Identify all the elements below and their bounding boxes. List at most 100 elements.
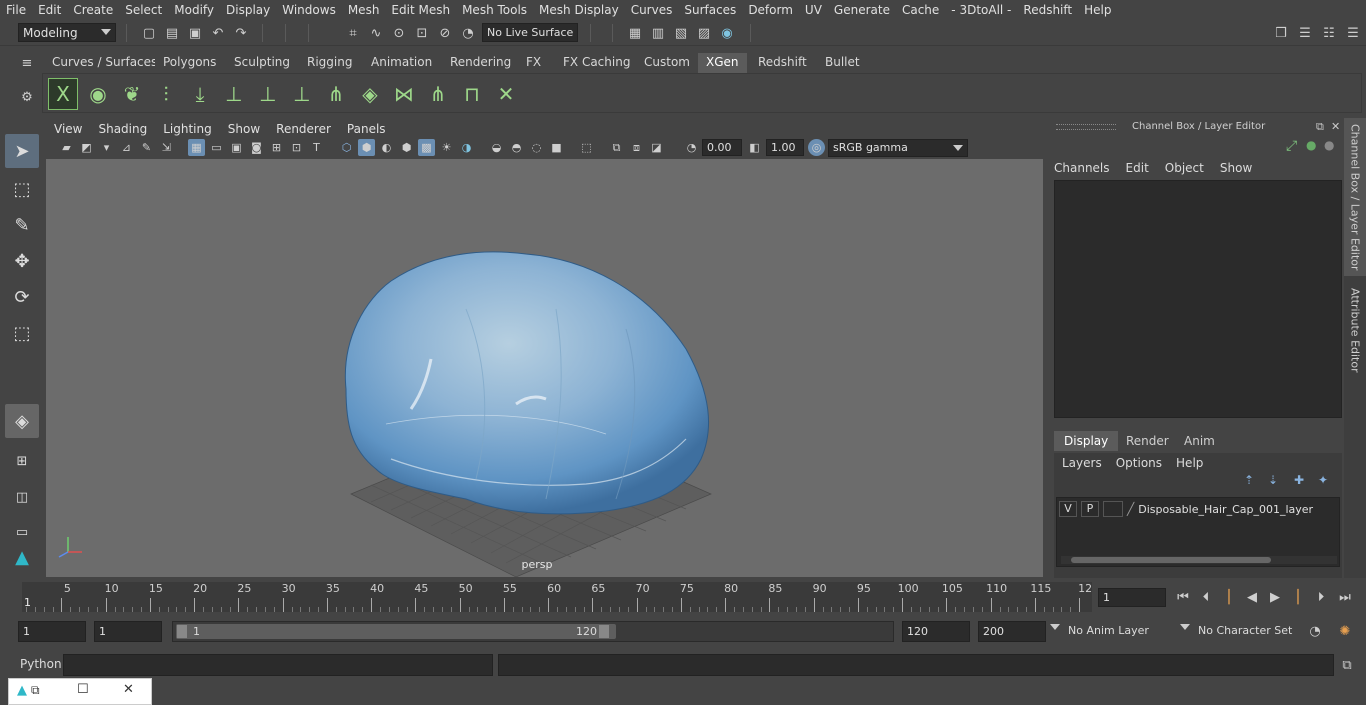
four-view-icon[interactable]: ⊞: [5, 444, 39, 478]
menu-item-2[interactable]: Create: [67, 3, 119, 17]
layer-playback-toggle[interactable]: P: [1081, 501, 1099, 517]
float-window-icon[interactable]: ⧉: [1316, 120, 1324, 134]
cut-tool-icon[interactable]: ⋈: [389, 78, 419, 110]
panel-menu-item-4[interactable]: Renderer: [268, 122, 339, 136]
layer-menu-item-2[interactable]: Help: [1176, 456, 1203, 470]
menu-item-10[interactable]: Mesh Display: [533, 3, 625, 17]
groom-tool-icon[interactable]: ⋔: [321, 78, 351, 110]
render-sequence-icon[interactable]: ▥: [649, 24, 667, 42]
new-scene-icon[interactable]: ▢: [140, 24, 158, 42]
workspace-cube-icon[interactable]: ❒: [1272, 24, 1290, 42]
layer-scrollbar[interactable]: [1061, 556, 1337, 564]
panel-menu-item-1[interactable]: Shading: [90, 122, 155, 136]
workspace-dropdown[interactable]: Modeling: [18, 23, 116, 42]
shelf-tab-9[interactable]: XGen: [698, 53, 747, 73]
bookmark-icon[interactable]: ▾: [98, 139, 115, 156]
shelf-tab-1[interactable]: Polygons: [155, 53, 225, 73]
new-layer-selected-icon[interactable]: ✦: [1318, 473, 1328, 487]
use-default-material-icon[interactable]: ◐: [378, 139, 395, 156]
auto-key-icon[interactable]: ◔: [1306, 622, 1324, 640]
playback-start-field[interactable]: 1: [94, 621, 162, 642]
script-editor-icon[interactable]: ⧉: [1338, 656, 1356, 674]
shelf-tab-11[interactable]: Bullet: [817, 53, 868, 73]
xgen-editor-icon[interactable]: X: [48, 78, 78, 110]
add-guide-icon[interactable]: ⫶: [151, 78, 181, 110]
menu-item-5[interactable]: Display: [220, 3, 276, 17]
guide-visibility-icon[interactable]: ⊥: [253, 78, 283, 110]
density-tool-icon[interactable]: ◈: [355, 78, 385, 110]
xgen-preview-icon[interactable]: ◉: [83, 78, 113, 110]
new-layer-icon[interactable]: ✚: [1294, 473, 1304, 487]
move-tool-icon[interactable]: ✥: [5, 244, 39, 278]
menu-item-19[interactable]: Help: [1078, 3, 1117, 17]
render-current-icon[interactable]: ▦: [626, 24, 644, 42]
resolution-gate-icon[interactable]: ▣: [228, 139, 245, 156]
shelf-tab-5[interactable]: Rendering: [442, 53, 520, 73]
close-icon[interactable]: ✕: [1331, 120, 1340, 133]
toggle-tool-settings-icon[interactable]: ☷: [1320, 24, 1338, 42]
close-window-icon[interactable]: ✕: [123, 682, 134, 697]
layer-name[interactable]: Disposable_Hair_Cap_001_layer: [1138, 503, 1313, 516]
shelf-tab-0[interactable]: Curves / Surfaces: [44, 53, 166, 73]
end-time-field[interactable]: 200: [978, 621, 1046, 642]
snap-view-icon[interactable]: ⊡: [413, 24, 431, 42]
shelf-tab-3[interactable]: Rigging: [299, 53, 361, 73]
gamma-icon[interactable]: ◧: [746, 139, 763, 156]
start-time-field[interactable]: 1: [18, 621, 86, 642]
shelf-settings-icon[interactable]: ⚙: [18, 88, 36, 106]
menu-item-14[interactable]: UV: [799, 3, 828, 17]
menu-item-0[interactable]: File: [0, 3, 32, 17]
panel-menu-item-3[interactable]: Show: [220, 122, 268, 136]
gamma-field[interactable]: 1.00: [766, 139, 804, 156]
move-layer-down-icon[interactable]: ⇣: [1268, 473, 1278, 487]
menu-item-12[interactable]: Surfaces: [678, 3, 742, 17]
menu-item-16[interactable]: Cache: [896, 3, 945, 17]
menu-item-17[interactable]: - 3DtoAll -: [945, 3, 1017, 17]
guide-lock-icon[interactable]: ⊥: [287, 78, 317, 110]
shelf-tab-4[interactable]: Animation: [363, 53, 441, 73]
step-back-frame-icon[interactable]: ⎮: [1220, 588, 1238, 606]
xgen-leaf-icon[interactable]: ❦: [117, 78, 147, 110]
shadows-icon[interactable]: ◑: [458, 139, 475, 156]
playback-end-field[interactable]: 120: [902, 621, 970, 642]
depth-of-field-icon[interactable]: ■: [548, 139, 565, 156]
panel-menu-item-0[interactable]: View: [46, 122, 90, 136]
xray-components-icon[interactable]: ◪: [648, 139, 665, 156]
menu-item-11[interactable]: Curves: [625, 3, 679, 17]
wireframe-on-shaded-icon[interactable]: ⬢: [398, 139, 415, 156]
textured-icon[interactable]: ▩: [418, 139, 435, 156]
hair-cap-model[interactable]: [344, 251, 710, 515]
play-backward-icon[interactable]: ◀: [1243, 588, 1261, 606]
comb-tool-icon[interactable]: ⋔: [423, 78, 453, 110]
command-language-label[interactable]: Python: [20, 657, 62, 671]
wireframe-icon[interactable]: ⬡: [338, 139, 355, 156]
step-forward-frame-icon[interactable]: ⎮: [1289, 588, 1307, 606]
menu-item-3[interactable]: Select: [119, 3, 168, 17]
ambient-occlusion-icon[interactable]: ◒: [488, 139, 505, 156]
go-to-end-icon[interactable]: ⏭: [1336, 588, 1354, 606]
layer-menu-item-1[interactable]: Options: [1116, 456, 1162, 470]
maximize-icon[interactable]: ☐: [77, 682, 89, 697]
exposure-field[interactable]: 0.00: [702, 139, 742, 156]
menu-item-7[interactable]: Mesh: [342, 3, 386, 17]
lasso-select-icon[interactable]: ⬚: [5, 172, 39, 206]
menu-item-4[interactable]: Modify: [168, 3, 220, 17]
scrollbar-thumb[interactable]: [1071, 557, 1271, 563]
toggle-channel-box-icon[interactable]: ☰: [1344, 24, 1362, 42]
range-slider-start-grip[interactable]: [177, 625, 187, 638]
shelf-tab-7[interactable]: FX Caching: [555, 53, 639, 73]
xray-joints-icon[interactable]: ⧈: [628, 139, 645, 156]
layer-tab-0[interactable]: Display: [1054, 431, 1119, 451]
snap-grid-icon[interactable]: ⌗: [344, 24, 362, 42]
play-forward-icon[interactable]: ▶: [1266, 588, 1284, 606]
anim-layer-label[interactable]: No Anim Layer: [1068, 624, 1149, 637]
layer-row[interactable]: V P ╱ Disposable_Hair_Cap_001_layer: [1059, 500, 1339, 518]
snap-curve-icon[interactable]: ∿: [367, 24, 385, 42]
menu-item-6[interactable]: Windows: [276, 3, 342, 17]
layer-visibility-toggle[interactable]: V: [1059, 501, 1077, 517]
range-slider-end-grip[interactable]: [599, 625, 609, 638]
xray-icon[interactable]: ⧉: [608, 139, 625, 156]
menu-item-1[interactable]: Edit: [32, 3, 67, 17]
safe-action-icon[interactable]: ⊡: [288, 139, 305, 156]
field-chart-icon[interactable]: ⊞: [268, 139, 285, 156]
